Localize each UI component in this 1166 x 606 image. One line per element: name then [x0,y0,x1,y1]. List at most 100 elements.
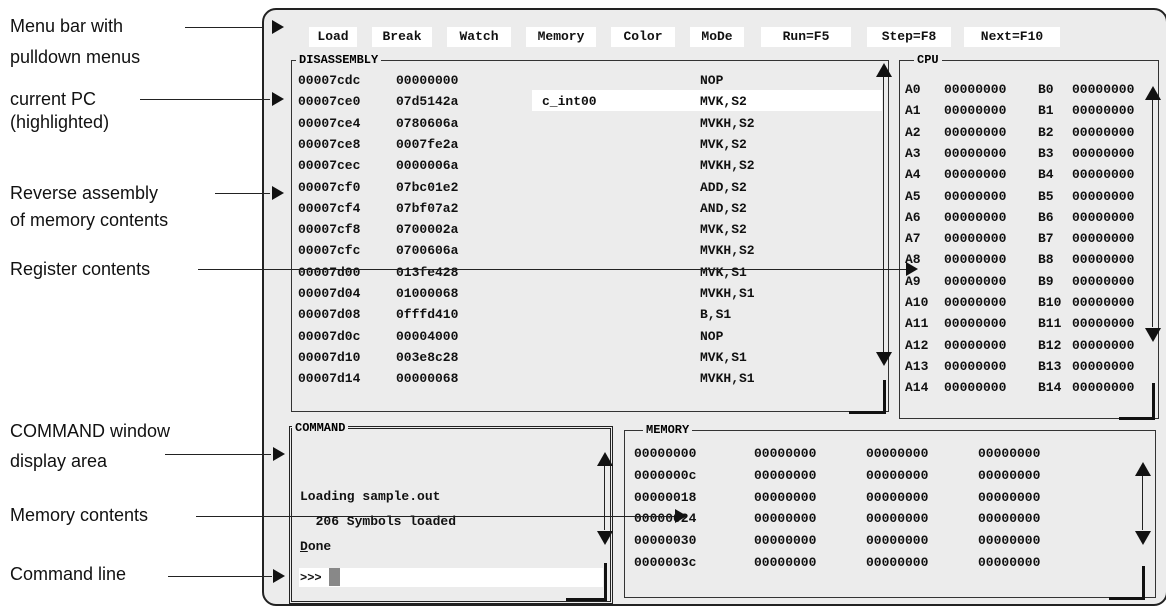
register-name: B9 [1038,273,1054,289]
register-value: 00000000 [944,124,1007,140]
register-name: B6 [1038,209,1054,225]
register-value: 00000000 [1072,252,1135,268]
memory-address: 00000018 [634,489,697,505]
disassembly-resize-corner[interactable] [883,380,886,414]
register-value: 00000000 [1072,103,1135,119]
disassembly-opcode: 00000000 [396,73,459,88]
annotation-reverse-asm-line2: of memory contents [10,210,169,230]
disassembly-opcode: 07d5142a [396,94,459,110]
disassembly-address: 00007cdc [298,73,361,88]
memory-address: 00000000 [634,446,697,461]
annotation-command-line: Command line [10,564,127,584]
command-scroll-up-icon[interactable] [597,452,613,466]
cpu-scroll-up-icon[interactable] [1145,86,1161,100]
menu-memory[interactable]: Memory [526,27,596,47]
register-value: 00000000 [1072,231,1135,247]
memory-resize-corner-h[interactable] [1109,597,1145,600]
cpu-scrollbar-track[interactable] [1152,100,1153,327]
disassembly-address: 00007cf8 [298,222,361,238]
menu-watch[interactable]: Watch [447,27,511,47]
menu-run[interactable]: Run=F5 [761,27,851,47]
register-value: 00000000 [1072,188,1135,204]
register-value: 00000000 [944,358,1007,374]
command-scrollbar-track[interactable] [604,466,605,530]
disassembly-opcode: 0fffd410 [396,307,459,323]
memory-value: 00000000 [866,467,929,483]
disassembly-instruction: AND,S2 [700,200,747,216]
command-line-input[interactable] [299,568,603,587]
register-name: B10 [1038,295,1062,310]
menu-next[interactable]: Next=F10 [964,27,1060,47]
register-value: 00000000 [1072,358,1135,374]
register-name: B7 [1038,231,1054,247]
menu-load[interactable]: Load [309,27,357,47]
memory-scroll-down-icon[interactable] [1135,531,1151,545]
register-value: 00000000 [1072,380,1135,396]
command-resize-corner-h[interactable] [566,598,607,601]
memory-value: 00000000 [754,446,817,461]
register-name: B13 [1038,358,1062,374]
register-value: 00000000 [944,316,1007,332]
register-name: A10 [905,295,929,310]
memory-value: 00000000 [754,489,817,505]
register-name: B1 [1038,103,1054,119]
disassembly-window: DISASSEMBLY [291,52,889,412]
memory-value: 00000000 [866,511,929,527]
command-scroll-down-icon[interactable] [597,531,613,545]
disassembly-address: 00007cec [298,158,361,174]
menu-step[interactable]: Step=F8 [867,27,951,47]
disassembly-address: 00007cf0 [298,179,361,195]
disassembly-address: 00007cfc [298,243,361,259]
cpu-scroll-down-icon[interactable] [1145,328,1161,342]
cpu-resize-corner-h[interactable] [1119,417,1155,420]
memory-value: 00000000 [754,555,817,570]
command-resize-corner[interactable] [604,563,607,601]
disassembly-address: 00007d0c [298,328,361,344]
register-name: A6 [905,209,921,225]
register-name: B0 [1038,82,1054,97]
register-value: 00000000 [944,380,1007,396]
disassembly-address: 00007d14 [298,371,361,387]
register-name: B5 [1038,188,1054,204]
disassembly-resize-corner-h[interactable] [849,411,886,414]
disassembly-instruction: MVK,S2 [700,136,747,152]
register-value: 00000000 [1072,124,1135,140]
memory-scrollbar-track[interactable] [1142,476,1143,530]
command-title: COMMAND [292,420,349,436]
menu-color[interactable]: Color [611,27,675,47]
annotation-menu-bar-line2: pulldown menus [10,47,141,67]
disassembly-instruction: MVKH,S2 [700,115,755,131]
disassembly-instruction: MVK,S1 [700,264,747,280]
disassembly-opcode: 00000068 [396,371,459,387]
memory-resize-corner[interactable] [1142,566,1145,600]
disassembly-address: 00007cf4 [298,200,361,216]
memory-address: 00000024 [634,511,697,527]
disassembly-scroll-up-icon[interactable] [876,63,892,77]
disassembly-opcode: 0780606a [396,115,459,131]
disassembly-instruction: ADD,S2 [700,179,747,195]
register-value: 00000000 [944,188,1007,204]
disassembly-opcode: 07bc01e2 [396,179,459,195]
register-name: A12 [905,337,929,353]
disassembly-scrollbar-track[interactable] [883,77,884,354]
register-value: 00000000 [944,252,1007,268]
disassembly-address: 00007d00 [298,264,361,280]
cpu-resize-corner[interactable] [1152,383,1155,420]
menu-break[interactable]: Break [372,27,432,47]
annotation-memory-contents: Memory contents [10,505,149,525]
memory-value: 00000000 [866,446,929,461]
cpu-title: CPU [914,52,942,68]
disassembly-opcode: 00004000 [396,328,459,344]
memory-scroll-up-icon[interactable] [1135,462,1151,476]
disassembly-scroll-down-icon[interactable] [876,352,892,366]
disassembly-opcode: 01000068 [396,286,459,301]
disassembly-opcode: 0700606a [396,243,459,259]
disassembly-instruction: MVKH,S1 [700,371,755,387]
disassembly-opcode: 07bf07a2 [396,200,459,216]
disassembly-title: DISASSEMBLY [296,52,382,68]
memory-address: 0000000c [634,467,697,483]
menu-mode[interactable]: MoDe [690,27,744,47]
register-name: A4 [905,167,921,183]
disassembly-opcode: 0000006a [396,158,459,174]
pointer-reverse-asm-icon [272,186,284,200]
